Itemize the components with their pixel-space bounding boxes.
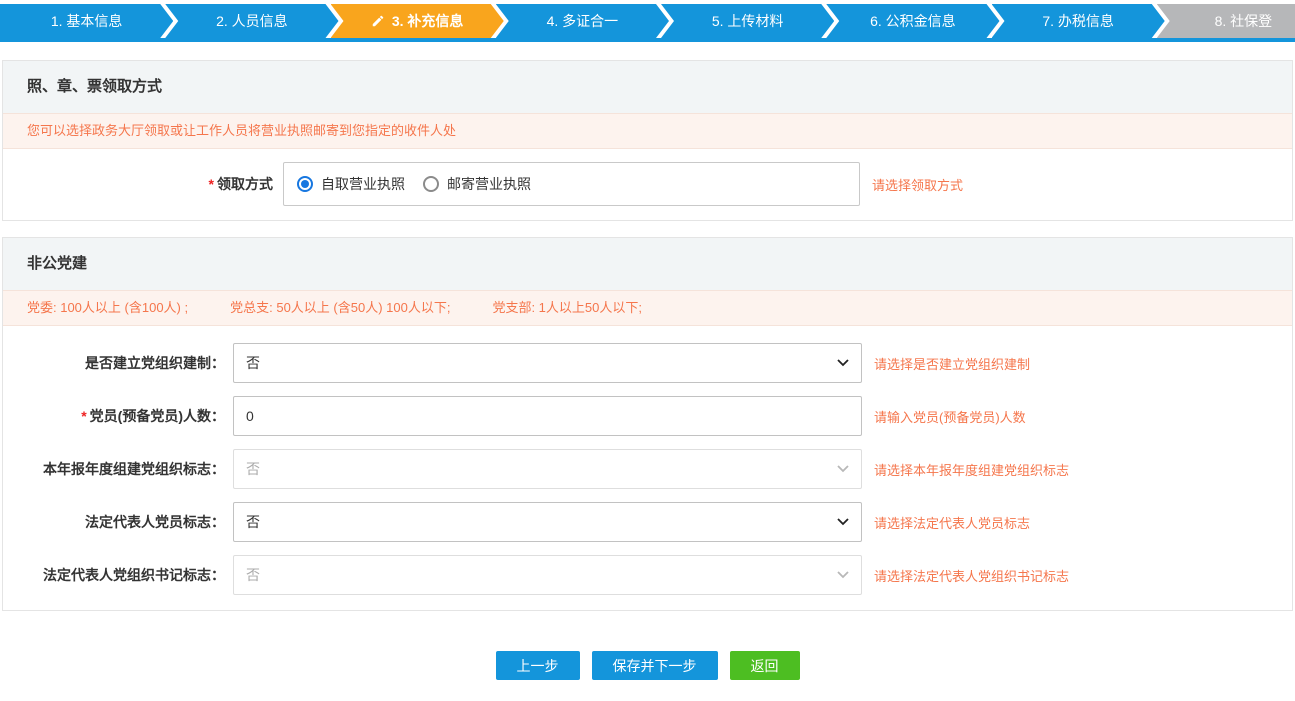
chevron-down-icon bbox=[837, 571, 849, 579]
field-hint: 请选择本年报年度组建党组织标志 bbox=[874, 460, 1069, 479]
radio-option-self-pickup[interactable]: 自取营业执照 bbox=[297, 174, 405, 194]
section-notice: 党委: 100人以上 (含100人) ; 党总支: 50人以上 (含50人) 10… bbox=[3, 290, 1292, 326]
pencil-icon bbox=[371, 14, 385, 28]
step-5-upload-materials[interactable]: 5. 上传材料 bbox=[661, 4, 834, 38]
chevron-down-icon bbox=[837, 518, 849, 526]
notice-segment: 党委: 100人以上 (含100人) ; bbox=[27, 300, 188, 315]
radio-label: 自取营业执照 bbox=[321, 174, 405, 194]
select-value: 否 bbox=[246, 459, 260, 479]
back-button[interactable]: 返回 bbox=[730, 651, 800, 680]
step-label: 7. 办税信息 bbox=[1042, 11, 1114, 31]
step-4-multi-cert[interactable]: 4. 多证合一 bbox=[496, 4, 669, 38]
select-value: 否 bbox=[246, 565, 260, 585]
radio-label: 邮寄营业执照 bbox=[447, 174, 531, 194]
party-member-count-input[interactable] bbox=[233, 396, 862, 436]
field-label-pickup-method: *领取方式 bbox=[3, 174, 273, 194]
field-label-legal-rep-party-secretary-flag: 法定代表人党组织书记标志： bbox=[3, 565, 225, 585]
save-and-next-button[interactable]: 保存并下一步 bbox=[592, 651, 718, 680]
section-party-building: 非公党建 党委: 100人以上 (含100人) ; 党总支: 50人以上 (含50… bbox=[2, 237, 1293, 611]
step-label: 2. 人员信息 bbox=[216, 11, 288, 31]
radio-unchecked-icon[interactable] bbox=[423, 176, 439, 192]
step-1-basic-info[interactable]: 1. 基本信息 bbox=[0, 4, 173, 38]
wizard-step-bar: 1. 基本信息 2. 人员信息 3. 补充信息 4. 多证合一 5. 上传材料 … bbox=[0, 4, 1295, 42]
party-org-established-select[interactable]: 否 bbox=[233, 343, 862, 383]
chevron-down-icon bbox=[837, 359, 849, 367]
step-3-supplementary-info[interactable]: 3. 补充信息 bbox=[331, 4, 504, 38]
required-asterisk: * bbox=[81, 408, 86, 424]
radio-checked-icon[interactable] bbox=[297, 176, 313, 192]
field-hint: 请选择法定代表人党组织书记标志 bbox=[874, 566, 1069, 585]
field-hint: 请选择领取方式 bbox=[872, 175, 963, 194]
step-label: 6. 公积金信息 bbox=[870, 11, 956, 31]
field-hint: 请选择是否建立党组织建制 bbox=[874, 354, 1030, 373]
select-value: 否 bbox=[246, 512, 260, 532]
previous-step-button[interactable]: 上一步 bbox=[496, 651, 580, 680]
step-7-tax-info[interactable]: 7. 办税信息 bbox=[992, 4, 1165, 38]
field-label-party-org-established: 是否建立党组织建制： bbox=[3, 353, 225, 373]
legal-rep-party-secretary-flag-select: 否 bbox=[233, 555, 862, 595]
field-label-annual-report-party-flag: 本年报年度组建党组织标志： bbox=[3, 459, 225, 479]
step-label: 1. 基本信息 bbox=[51, 11, 123, 31]
section-license-pickup: 照、章、票领取方式 您可以选择政务大厅领取或让工作人员将营业执照邮寄到您指定的收… bbox=[2, 60, 1293, 221]
field-label-legal-rep-party-member-flag: 法定代表人党员标志： bbox=[3, 512, 225, 532]
form-actions: 上一步 保存并下一步 返回 bbox=[0, 651, 1295, 680]
step-label: 4. 多证合一 bbox=[547, 11, 619, 31]
field-hint: 请输入党员(预备党员)人数 bbox=[874, 407, 1026, 426]
section-title: 照、章、票领取方式 bbox=[3, 61, 1292, 113]
field-label-party-member-count: *党员(预备党员)人数： bbox=[3, 406, 225, 426]
step-8-social-security[interactable]: 8. 社保登 bbox=[1157, 4, 1295, 38]
notice-segment: 党支部: 1人以上50人以下; bbox=[492, 300, 642, 315]
step-label: 5. 上传材料 bbox=[712, 11, 784, 31]
notice-segment: 党总支: 50人以上 (含50人) 100人以下; bbox=[230, 300, 450, 315]
select-value: 否 bbox=[246, 353, 260, 373]
legal-rep-party-member-flag-select[interactable]: 否 bbox=[233, 502, 862, 542]
step-6-housing-fund-info[interactable]: 6. 公积金信息 bbox=[826, 4, 999, 38]
pickup-method-radio-group: 自取营业执照 邮寄营业执照 bbox=[283, 162, 860, 206]
step-2-personnel-info[interactable]: 2. 人员信息 bbox=[165, 4, 338, 38]
section-title: 非公党建 bbox=[3, 238, 1292, 290]
step-label: 3. 补充信息 bbox=[392, 11, 464, 31]
step-label: 8. 社保登 bbox=[1215, 11, 1273, 31]
field-hint: 请选择法定代表人党员标志 bbox=[874, 513, 1030, 532]
section-notice: 您可以选择政务大厅领取或让工作人员将营业执照邮寄到您指定的收件人处 bbox=[3, 113, 1292, 149]
required-asterisk: * bbox=[209, 176, 214, 192]
annual-report-party-flag-select: 否 bbox=[233, 449, 862, 489]
radio-option-mail-license[interactable]: 邮寄营业执照 bbox=[423, 174, 531, 194]
chevron-down-icon bbox=[837, 465, 849, 473]
